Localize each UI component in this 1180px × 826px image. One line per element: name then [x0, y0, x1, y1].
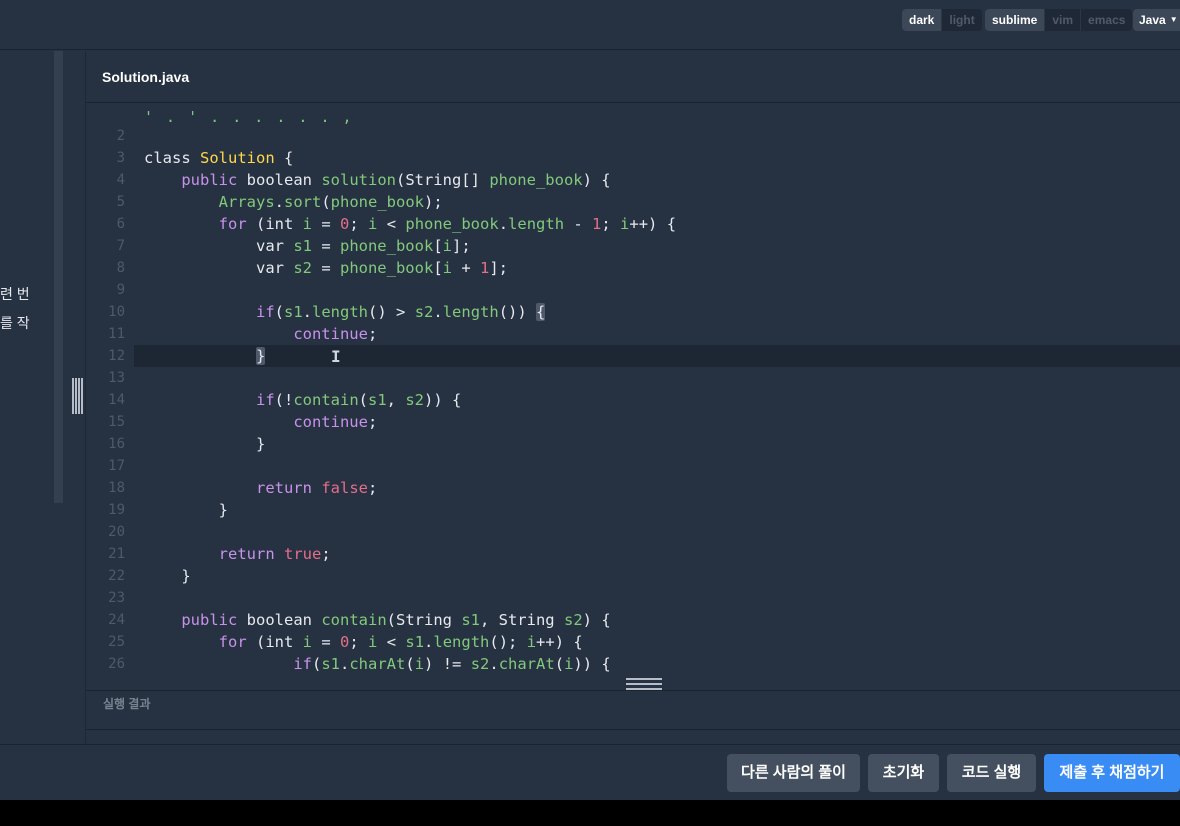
code-line: 13 [86, 367, 1180, 389]
code-line: 9 [86, 279, 1180, 301]
code-text: public boolean solution(String[] phone_b… [181, 171, 611, 189]
code-text: return true; [218, 545, 331, 563]
language-label: Java [1139, 13, 1166, 27]
line-number: 18 [108, 480, 125, 496]
code-text: class Solution { [144, 149, 294, 167]
result-label: 실행 결과 [103, 697, 151, 711]
code-line: 12 } [86, 345, 1180, 367]
code-line: 2 [86, 125, 1180, 147]
reset-button[interactable]: 초기화 [868, 754, 939, 792]
code-line: 22 } [86, 565, 1180, 587]
code-text: return false; [255, 479, 378, 497]
line-number: 8 [116, 260, 125, 276]
horizontal-resize-handle[interactable] [72, 378, 83, 414]
code-text: public boolean contain(String s1, String… [181, 611, 611, 629]
line-number: 14 [108, 392, 125, 408]
file-tab-solution-java[interactable]: Solution.java [102, 69, 189, 85]
vertical-resize-handle[interactable] [626, 678, 662, 690]
line-number: 3 [116, 150, 125, 166]
code-text: } [144, 501, 228, 519]
keymap-emacs-option[interactable]: emacs [1081, 9, 1133, 31]
line-number: 13 [108, 370, 125, 386]
line-number: 25 [108, 634, 125, 650]
code-text: for (int i = 0; i < phone_book.length - … [218, 215, 677, 233]
line-number: 4 [116, 172, 125, 188]
code-text: continue; [293, 413, 378, 431]
problem-text-fragment: 를 작 [0, 315, 30, 331]
code-line: 25 for (int i = 0; i < s1.length(); i++)… [86, 631, 1180, 653]
keymap-vim-option[interactable]: vim [1045, 9, 1082, 31]
code-line: 16 } [86, 433, 1180, 455]
submit-button[interactable]: 제출 후 채점하기 [1044, 754, 1180, 792]
code-line: 21 return true; [86, 543, 1180, 565]
code-line: 23 [86, 587, 1180, 609]
code-line: 19 } [86, 499, 1180, 521]
keymap-toggle: sublime vim emacs [985, 9, 1133, 31]
code-line: 20 [86, 521, 1180, 543]
caret-down-icon: ▼ [1169, 15, 1178, 24]
problem-text-fragment: 련 번 [0, 286, 30, 302]
code-line: 17 [86, 455, 1180, 477]
code-line: 15 continue; [86, 411, 1180, 433]
code-line: 10 if(s1.length() > s2.length()) { [86, 301, 1180, 323]
code-text: if(!contain(s1, s2)) { [255, 391, 462, 409]
code-line: 8 var s2 = phone_book[i + 1]; [86, 257, 1180, 279]
text-cursor-icon: I [331, 347, 341, 366]
others-solutions-button[interactable]: 다른 사람의 풀이 [727, 754, 860, 792]
code-line: 24 public boolean contain(String s1, Str… [86, 609, 1180, 631]
line-number: 6 [116, 216, 125, 232]
code-text: if(s1.charAt(i) != s2.charAt(i)) { [293, 655, 611, 673]
line-number: 12 [108, 348, 125, 364]
theme-light-option[interactable]: light [942, 9, 982, 31]
keymap-sublime-option[interactable]: sublime [985, 9, 1046, 31]
line-number: 17 [108, 458, 125, 474]
theme-toggle: dark light [902, 9, 982, 31]
code-text: if(s1.length() > s2.length()) { [255, 303, 546, 321]
code-text: var s2 = phone_book[i + 1]; [144, 259, 509, 277]
code-line: 7 var s1 = phone_book[i]; [86, 235, 1180, 257]
code-text: continue; [293, 325, 378, 343]
code-text: } [144, 435, 266, 453]
line-number: 23 [108, 590, 125, 606]
execution-result-pane: 실행 결과 [86, 690, 1180, 744]
code-line: 5 Arrays.sort(phone_book); [86, 191, 1180, 213]
code-editor-app: dark light sublime vim emacs Java ▼ 련 번 를… [0, 0, 1180, 800]
code-line: 4 public boolean solution(String[] phone… [86, 169, 1180, 191]
problem-scrollbar[interactable] [54, 51, 63, 503]
line-number: 22 [108, 568, 125, 584]
code-line: 11 continue; [86, 323, 1180, 345]
code-text: } [144, 567, 191, 585]
code-line: 18 return false; [86, 477, 1180, 499]
code-text: for (int i = 0; i < s1.length(); i++) { [218, 633, 583, 651]
code-line: 26 if(s1.charAt(i) != s2.charAt(i)) { [86, 653, 1180, 675]
code-line: 3 class Solution { [86, 147, 1180, 169]
run-code-button[interactable]: 코드 실행 [947, 754, 1036, 792]
line-number: 26 [108, 656, 125, 672]
line-number: 16 [108, 436, 125, 452]
line-number: 19 [108, 502, 125, 518]
line-number: 2 [116, 128, 125, 144]
line-number: 7 [116, 238, 125, 254]
result-divider [86, 729, 1180, 730]
code-text: Arrays.sort(phone_book); [218, 193, 443, 211]
editor-tab-bar: Solution.java [86, 51, 1180, 103]
line-number: 11 [108, 326, 125, 342]
code-line: 14 if(!contain(s1, s2)) { [86, 389, 1180, 411]
language-select[interactable]: Java ▼ [1133, 9, 1180, 31]
line-number: 10 [108, 304, 125, 320]
line-number: 9 [116, 282, 125, 298]
code-editor[interactable]: ' . ' . . . . . . , 2 3 class Solution { … [86, 104, 1180, 676]
code-text: var s1 = phone_book[i]; [144, 237, 471, 255]
top-toolbar: dark light sublime vim emacs Java ▼ [0, 0, 1180, 50]
line-number: 24 [108, 612, 125, 628]
code-text: } [255, 347, 266, 365]
line-number: 5 [116, 194, 125, 210]
partially-hidden-line: ' . ' . . . . . . , [144, 108, 354, 126]
action-bar: 다른 사람의 풀이 초기화 코드 실행 제출 후 채점하기 [0, 744, 1180, 800]
line-number: 20 [108, 524, 125, 540]
theme-dark-option[interactable]: dark [902, 9, 943, 31]
line-number: 21 [108, 546, 125, 562]
code-line: 6 for (int i = 0; i < phone_book.length … [86, 213, 1180, 235]
line-number: 15 [108, 414, 125, 430]
